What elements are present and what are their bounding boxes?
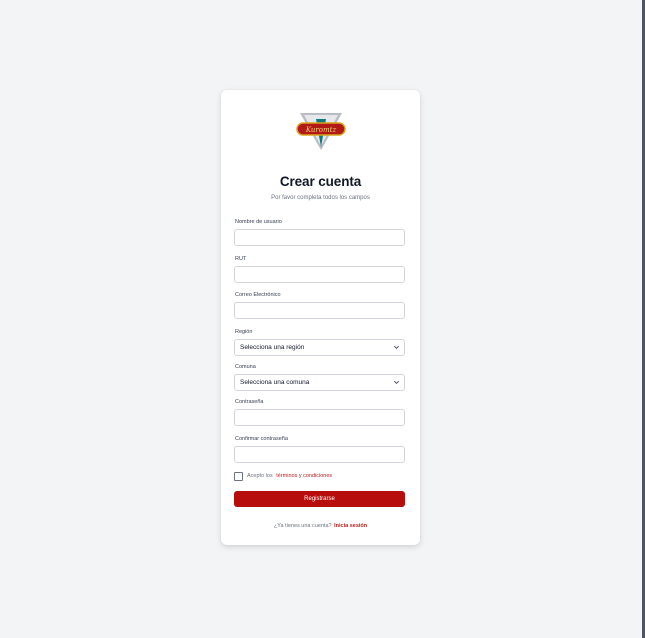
password-label: Contraseña [235,399,264,405]
login-prompt: ¿Ya tienes una cuenta? Inicia sesión [221,523,420,529]
rut-input[interactable] [234,266,405,283]
region-select[interactable]: Selecciona una región [234,339,405,356]
chevron-down-icon [394,345,399,349]
username-label: Nombre de usuario [235,219,282,225]
rut-label: RUT [235,256,247,262]
login-question: ¿Ya tienes una cuenta? [273,523,332,529]
terms-text: Acepto los términos y condiciones [247,473,332,479]
confirm-password-input[interactable] [234,446,405,463]
terms-checkbox[interactable] [234,472,243,481]
region-select-value: Selecciona una región [240,344,305,351]
password-input[interactable] [234,409,405,426]
comuna-label: Comuna [235,364,256,370]
login-link[interactable]: Inicia sesión [334,523,367,529]
comuna-select-value: Selecciona una comuna [240,379,310,386]
region-label: Región [235,329,253,335]
username-input[interactable] [234,229,405,246]
register-card: Kuromtz Crear cuenta Por favor completa … [221,90,420,545]
confirm-password-label: Confirmar contraseña [235,436,288,442]
page-title: Crear cuenta [279,174,362,189]
terms-prefix: Acepto los [247,473,273,479]
page-subtitle: Por favor completa todos los campos [271,195,370,201]
comuna-select[interactable]: Selecciona una comuna [234,374,405,391]
email-label: Correo Electrónico [235,292,281,298]
terms-link[interactable]: términos y condiciones [276,473,332,479]
register-button[interactable]: Registrarse [234,491,405,507]
logo-text: Kuromtz [305,126,337,134]
email-input[interactable] [234,302,405,319]
brand-logo: Kuromtz [296,113,346,150]
chevron-down-icon [394,380,399,384]
